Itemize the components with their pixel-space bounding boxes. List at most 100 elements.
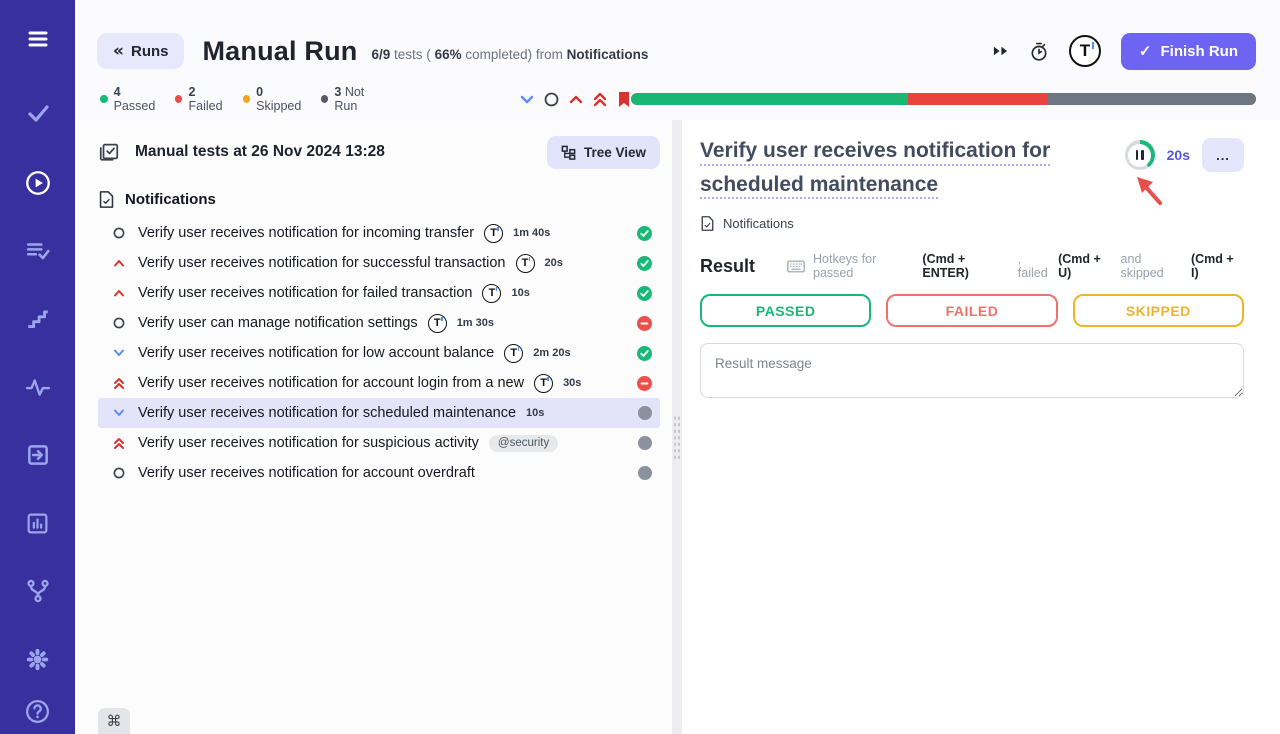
git-branch-icon[interactable] [21,574,55,608]
completed-percent: 66% [435,47,462,62]
suite-title: Notifications [125,191,216,208]
steps-icon[interactable] [21,302,55,336]
priority-low-icon [112,349,126,357]
test-title: Verify user receives notification for lo… [138,345,494,361]
status-failed-icon [627,316,652,331]
skipped-button[interactable]: SKIPPED [1073,294,1244,327]
play-circle-icon[interactable] [21,166,55,200]
test-duration: 1m 30s [457,317,494,329]
test-row[interactable]: Verify user receives notification for lo… [98,338,660,368]
status-passed-icon [627,286,652,301]
passed-button[interactable]: PASSED [700,294,871,327]
test-row[interactable]: Verify user receives notification for sc… [98,398,660,428]
finish-run-button[interactable]: ✓ Finish Run [1121,33,1256,70]
topbar: « Runs Manual Run 6/9 tests ( 66% comple… [75,0,1280,78]
test-title: Verify user receives notification for ac… [138,375,524,391]
test-row[interactable]: Verify user receives notification for ac… [98,368,660,398]
sign-in-icon[interactable] [21,438,55,472]
priority-high-icon [112,289,126,297]
run-title: Manual tests at 26 Nov 2024 13:28 [135,143,385,161]
testomat-account-logo[interactable]: T [1069,35,1101,67]
back-to-runs-label: Runs [131,43,169,60]
run-progress-bar [631,93,1256,105]
testomat-test-icon: T [482,284,501,303]
menu-icon[interactable] [21,22,55,56]
command-hotkey-button[interactable]: ⌘ [98,708,130,734]
priority-highest-icon [112,437,126,450]
check-icon[interactable] [21,96,55,130]
test-title: Verify user receives notification for ac… [138,465,475,481]
test-title: Verify user receives notification for su… [138,255,506,271]
test-duration: 20s [545,257,563,269]
document-check-icon [98,190,115,209]
test-row[interactable]: Verify user receives notification for fa… [98,278,660,308]
progress-passed-segment [631,93,909,105]
test-row[interactable]: Verify user receives notification for ac… [98,458,660,488]
test-duration: 10s [511,287,529,299]
bar-chart-icon[interactable] [21,506,55,540]
nav-rail: T [0,0,75,734]
status-dot-icon [100,95,108,103]
status-notrun-icon [628,406,652,420]
test-row[interactable]: Verify user receives notification for su… [98,428,660,458]
activity-icon[interactable] [21,370,55,404]
test-detail-title[interactable]: Verify user receives notification for sc… [700,134,1080,201]
test-row[interactable]: Verify user receives notification for su… [98,248,660,278]
status-notrun-icon [628,466,652,480]
detail-suite-breadcrumb[interactable]: Notifications [700,215,1244,232]
annotation-arrow [1127,168,1167,208]
testomat-test-icon: T [428,314,447,333]
list-check-icon[interactable] [21,234,55,268]
more-options-button[interactable]: ... [1202,138,1244,172]
tree-view-button[interactable]: Tree View [547,136,660,169]
test-duration: 30s [563,377,581,389]
stopwatch-icon[interactable] [1029,41,1049,62]
pause-timer-button[interactable] [1125,140,1155,170]
run-header: Manual tests at 26 Nov 2024 13:28 Tree V… [98,130,660,174]
priority-normal-icon [112,467,126,479]
test-row[interactable]: Verify user can manage notification sett… [98,308,660,338]
circle-icon[interactable] [544,92,559,107]
status-count: 4 Passed [100,85,163,113]
chevron-down-icon[interactable] [520,95,534,104]
status-passed-icon [627,256,652,271]
test-title: Verify user can manage notification sett… [138,315,418,331]
test-detail-panel: Verify user receives notification for sc… [682,120,1280,734]
filter-icons [520,91,631,108]
test-tag: @security [489,435,558,452]
fast-forward-icon[interactable] [992,44,1009,58]
keyboard-icon [787,260,805,273]
gear-icon[interactable] [21,642,55,676]
test-title: Verify user receives notification for sc… [138,405,516,421]
test-row[interactable]: Verify user receives notification for in… [98,218,660,248]
testomat-test-icon: T [516,254,535,273]
help-icon[interactable] [21,694,55,728]
status-passed-icon [627,346,652,361]
status-count: 0 Skipped [243,85,309,113]
back-to-runs-button[interactable]: « Runs [97,33,184,69]
testomat-test-icon: T [484,224,503,243]
checklist-icon [98,141,120,163]
detail-controls: 20s ... [1125,134,1244,172]
document-check-icon [700,215,715,232]
test-list: Verify user receives notification for in… [98,218,660,488]
test-duration: 2m 20s [533,347,570,359]
page-subtitle: 6/9 tests ( 66% completed) from Notifica… [371,47,648,62]
result-message-input[interactable] [700,343,1244,398]
chevrons-left-icon: « [113,41,124,61]
failed-button[interactable]: FAILED [886,294,1057,327]
result-label: Result [700,256,755,277]
verdict-buttons: PASSED FAILED SKIPPED [700,294,1244,327]
test-duration: 1m 40s [513,227,550,239]
caret-up-icon[interactable] [569,95,583,104]
check-icon: ✓ [1139,42,1152,60]
status-dot-icon [175,95,183,103]
double-caret-up-icon[interactable] [593,92,607,107]
bookmark-icon[interactable] [617,91,631,108]
progress-failed-segment [908,93,1047,105]
suite-header[interactable]: Notifications [98,182,660,216]
panel-splitter[interactable] [672,120,682,734]
tests-count: 6/9 [371,47,390,62]
priority-high-icon [112,259,126,267]
elapsed-time: 20s [1167,147,1190,163]
